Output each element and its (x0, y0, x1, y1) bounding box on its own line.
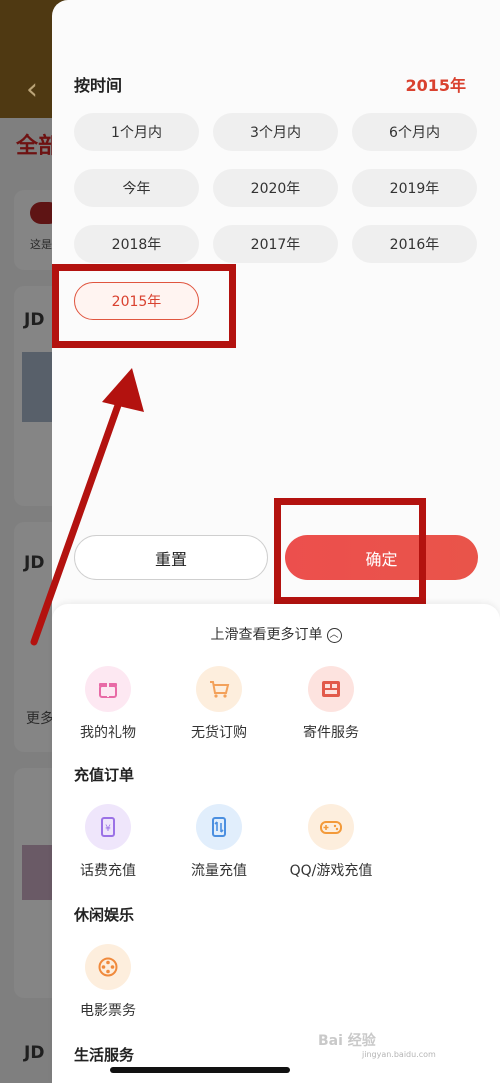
watermark-subtext: jingyan.baidu.com (362, 1050, 436, 1059)
service-parcel[interactable]: 寄件服务 (276, 666, 386, 742)
service-data-traffic[interactable]: 流量充值 (164, 804, 274, 880)
watermark-text: Bai 经验 (318, 1033, 376, 1049)
service-out-of-stock-order[interactable]: 无货订购 (164, 666, 274, 742)
section-title-recharge: 充值订单 (74, 766, 135, 784)
film-reel-icon (85, 944, 131, 990)
gift-icon (85, 666, 131, 712)
home-indicator[interactable] (110, 1067, 290, 1073)
order-services-sheet: 上滑查看更多订单 ︿ 我的礼物 无货订购 寄件服务 充值订单 ¥ 话费充值 流量充… (52, 604, 500, 1083)
service-phone-bill[interactable]: ¥ 话费充值 (53, 804, 163, 880)
slide-up-hint-text: 上滑查看更多订单 (210, 627, 323, 643)
chevron-up-icon: ︿ (326, 627, 342, 643)
parcel-icon (308, 666, 354, 712)
service-label: 我的礼物 (80, 725, 136, 741)
service-label: QQ/游戏充值 (289, 863, 373, 879)
slide-up-hint[interactable]: 上滑查看更多订单 ︿ (52, 624, 500, 644)
data-traffic-icon (196, 804, 242, 850)
service-label: 流量充值 (191, 863, 247, 879)
svg-text:¥: ¥ (105, 824, 111, 834)
baidu-jingyan-watermark: Bai 经验 jingyan.baidu.com (318, 1030, 436, 1059)
cart-icon (196, 666, 242, 712)
section-title-life: 生活服务 (74, 1046, 135, 1064)
service-label: 寄件服务 (303, 725, 359, 741)
service-label: 电影票务 (80, 1003, 136, 1019)
service-label: 话费充值 (80, 863, 136, 879)
phone-bill-icon: ¥ (85, 804, 131, 850)
service-qq-game[interactable]: QQ/游戏充值 (276, 804, 386, 880)
service-my-gifts[interactable]: 我的礼物 (53, 666, 163, 742)
service-label: 无货订购 (191, 725, 247, 741)
section-title-leisure: 休闲娱乐 (74, 906, 135, 924)
service-movie-tickets[interactable]: 电影票务 (53, 944, 163, 1020)
gamepad-icon (308, 804, 354, 850)
